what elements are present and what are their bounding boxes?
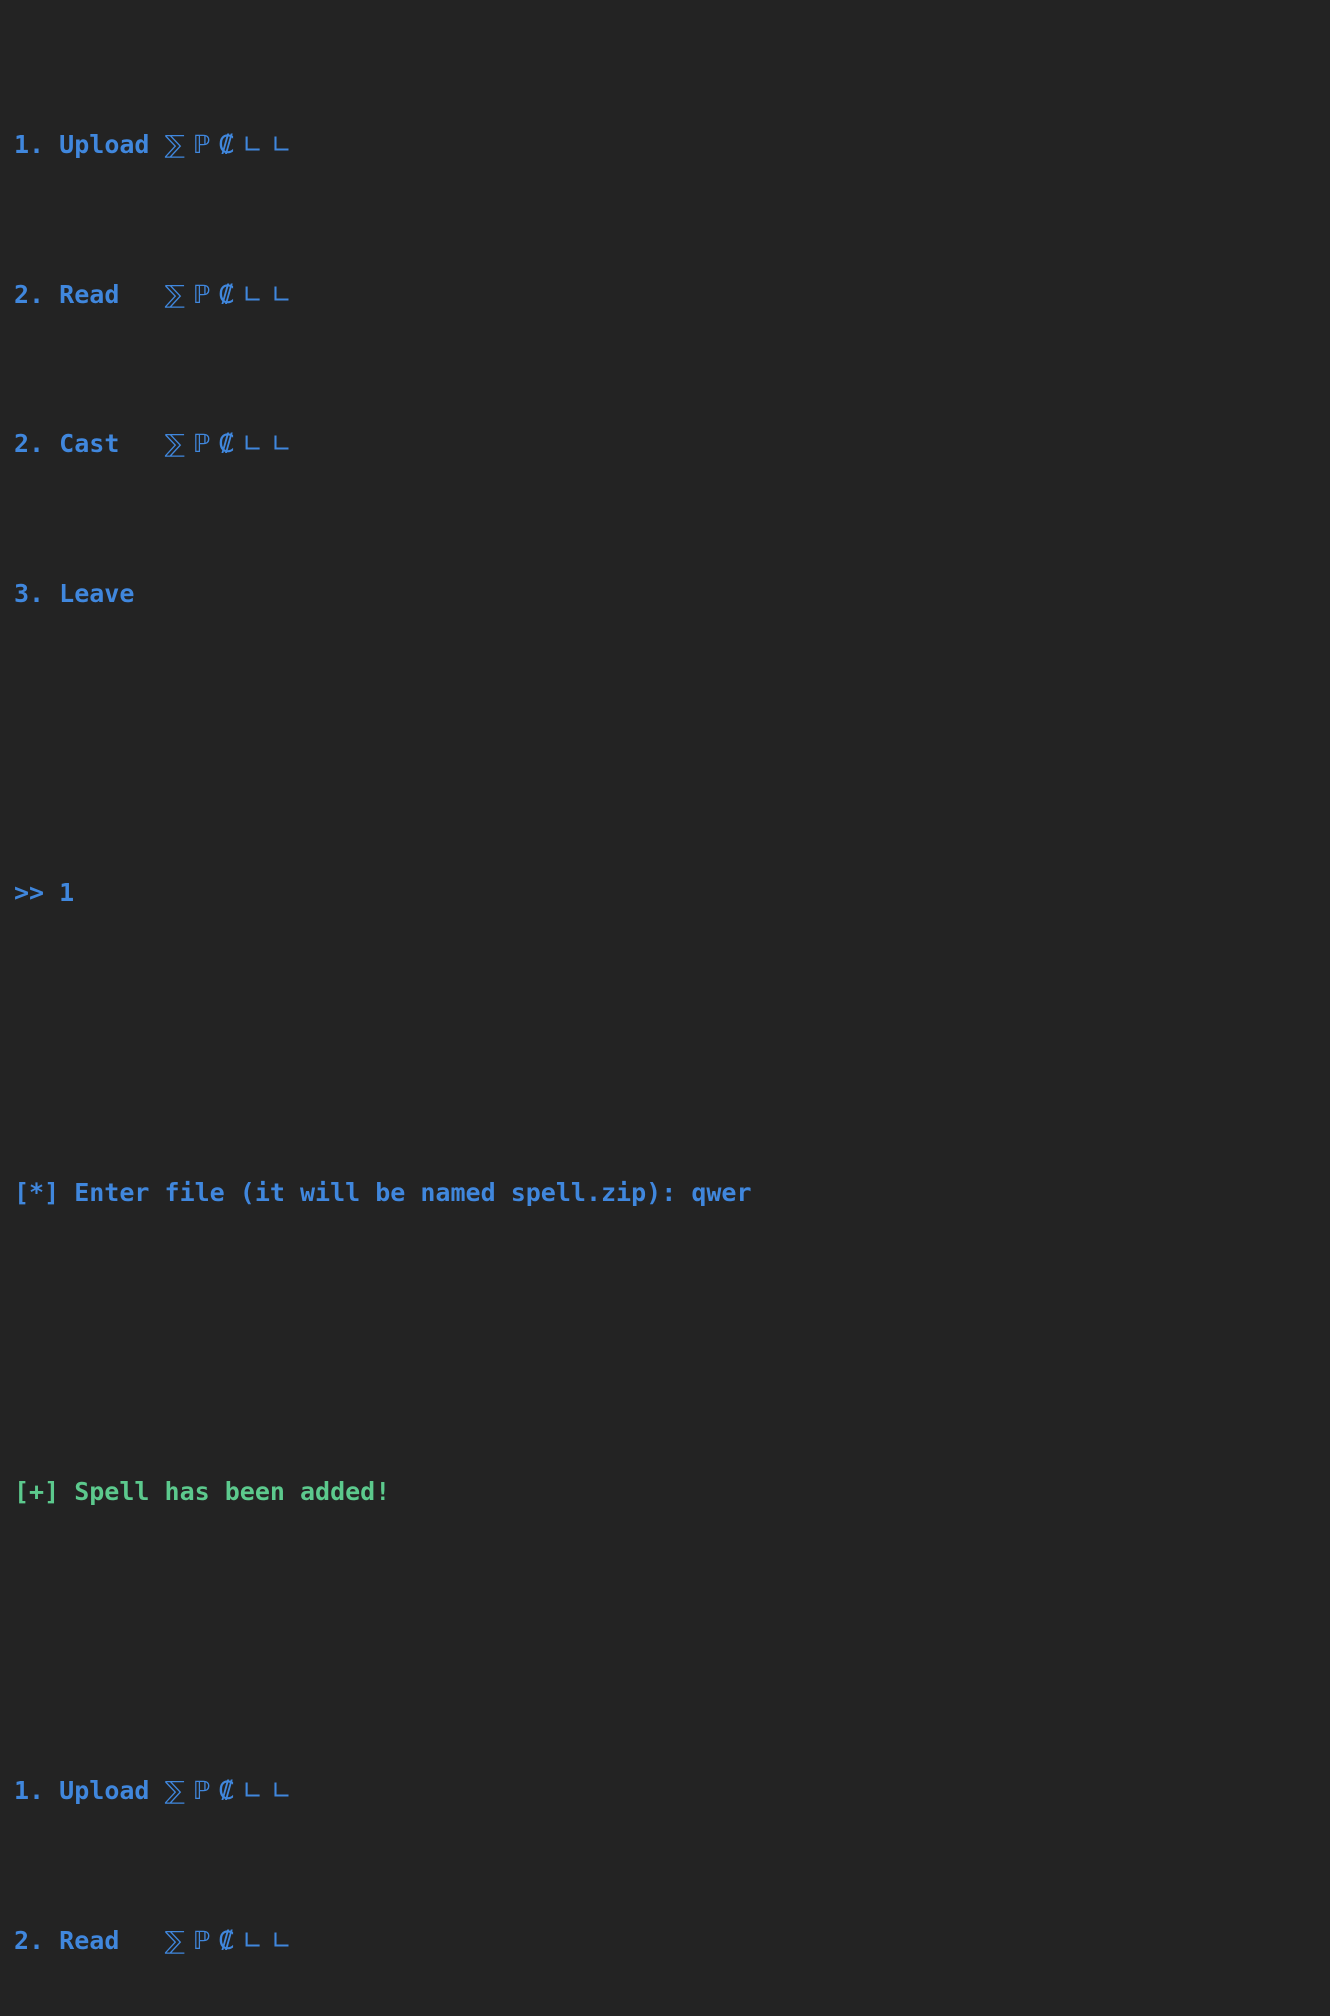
spell-added-status: [+] Spell has been added! (14, 1476, 391, 1506)
enter-file-input-value[interactable]: qwer (691, 1178, 751, 1207)
menu-item-label: Cast (44, 429, 165, 459)
menu-item-number: 1. (14, 1776, 45, 1806)
menu-item-label: Upload (44, 130, 165, 160)
menu-item-upload[interactable]: 1. Upload ⅀ ℙ ₡ ∟ ∟ (14, 126, 1330, 163)
menu-item-number: 2. (14, 279, 45, 309)
menu-item-label: Read (44, 1925, 165, 1955)
menu-item-upload[interactable]: 1. Upload ⅀ ℙ ₡ ∟ ∟ (14, 1772, 1330, 1809)
menu-item-cast[interactable]: 2. Cast ⅀ ℙ ₡ ∟ ∟ (14, 425, 1330, 462)
menu-item-read[interactable]: 2. Read ⅀ ℙ ₡ ∟ ∟ (14, 1922, 1330, 1959)
menu-item-icons: ⅀ ℙ ₡ ∟ ∟ (164, 279, 292, 309)
menu-item-icons: ⅀ ℙ ₡ ∟ ∟ (164, 429, 292, 459)
menu-item-label: Upload (44, 1776, 165, 1806)
menu-item-number: 2. (14, 1925, 45, 1955)
enter-file-label: [*] Enter file (it will be named spell.z… (14, 1177, 692, 1207)
prompt-line-1[interactable]: >> 1 (14, 874, 1330, 911)
enter-file-prompt[interactable]: [*] Enter file (it will be named spell.z… (14, 1174, 1330, 1211)
menu-item-number: 2. (14, 429, 45, 459)
menu-item-icons: ⅀ ℙ ₡ ∟ ∟ (164, 1776, 292, 1806)
terminal-output[interactable]: 1. Upload ⅀ ℙ ₡ ∟ ∟ 2. Read ⅀ ℙ ₡ ∟ ∟ 2.… (0, 0, 1330, 1955)
menu-item-leave[interactable]: 3. Leave (14, 575, 1330, 612)
menu-item-number: 1. (14, 130, 45, 160)
menu-item-read[interactable]: 2. Read ⅀ ℙ ₡ ∟ ∟ (14, 276, 1330, 313)
menu-item-icons: ⅀ ℙ ₡ ∟ ∟ (164, 1925, 292, 1955)
menu-item-icons: ⅀ ℙ ₡ ∟ ∟ (164, 130, 292, 160)
menu-item-label: Read (44, 279, 165, 309)
